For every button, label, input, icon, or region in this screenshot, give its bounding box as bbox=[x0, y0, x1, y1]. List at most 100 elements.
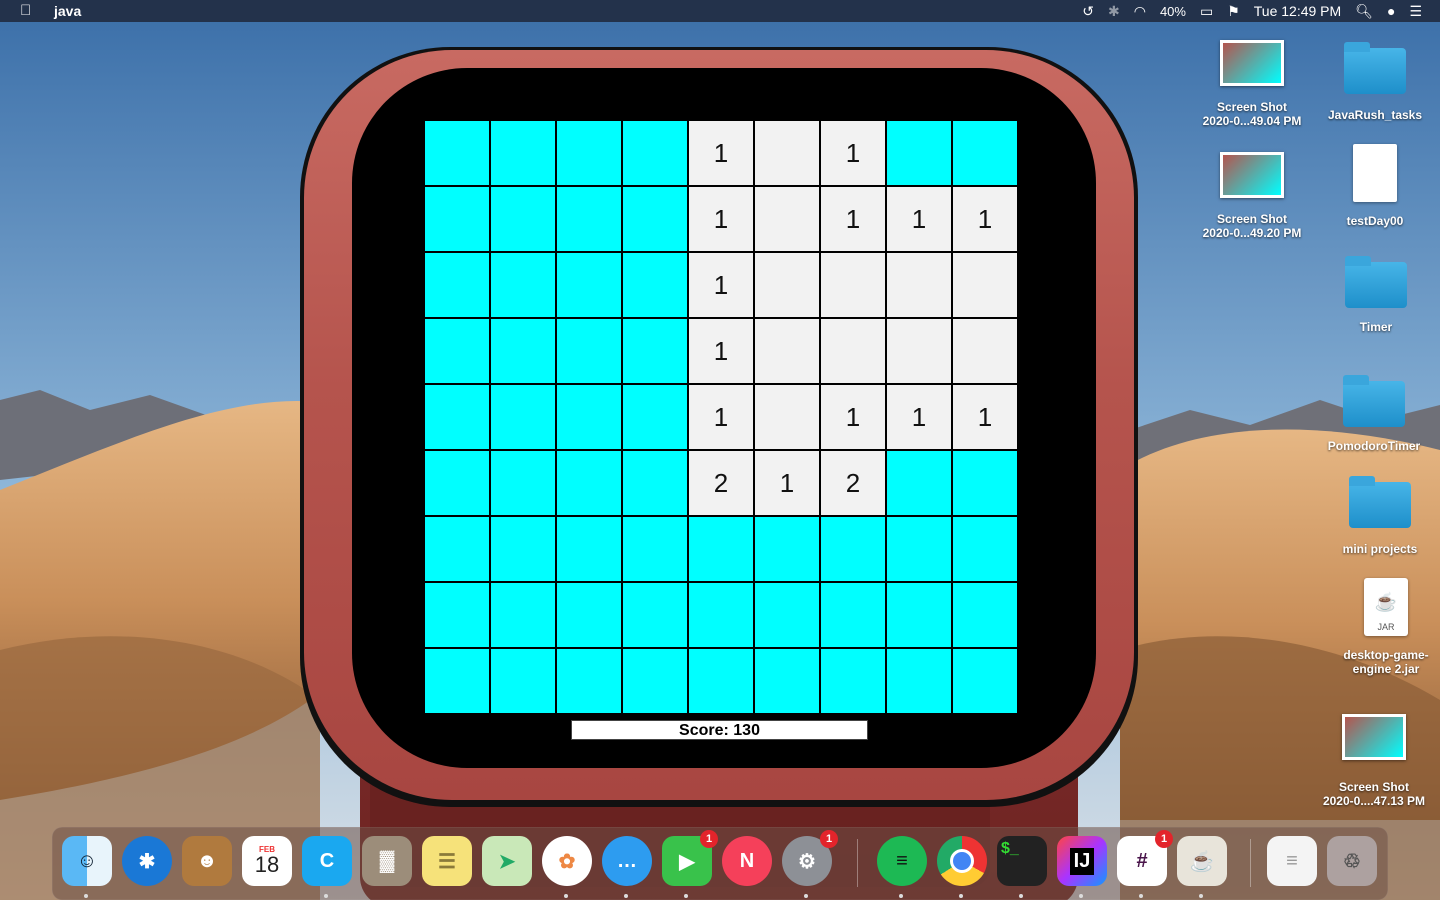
board-cell-hidden[interactable] bbox=[556, 450, 622, 516]
news-icon[interactable]: N bbox=[722, 836, 772, 886]
board-cell-hidden[interactable] bbox=[952, 648, 1018, 714]
board-cell-hidden[interactable] bbox=[952, 120, 1018, 186]
battery-icon[interactable]: ▭ bbox=[1200, 3, 1213, 20]
spotlight-search-icon[interactable]: 🔍︎ bbox=[1355, 3, 1373, 20]
board-cell-hidden[interactable] bbox=[424, 648, 490, 714]
board-cell-hidden[interactable] bbox=[952, 450, 1018, 516]
contacts-icon[interactable]: ☻ bbox=[182, 836, 232, 886]
board-cell-hidden[interactable] bbox=[622, 516, 688, 582]
terminal-icon[interactable]: $_ bbox=[997, 836, 1047, 898]
apple-menu-icon[interactable]:  bbox=[20, 2, 31, 19]
desktop-icon-testday00[interactable]: testDay00 bbox=[1320, 144, 1430, 228]
system-preferences-icon[interactable]: ⚙ 1 bbox=[782, 830, 838, 898]
spotify-icon[interactable]: ≡ bbox=[877, 836, 927, 898]
board-cell-hidden[interactable] bbox=[490, 450, 556, 516]
desktop-icon-screenshot-1[interactable]: Screen Shot 2020-0...49.04 PM bbox=[1197, 40, 1307, 128]
board-cell-hidden[interactable] bbox=[490, 252, 556, 318]
board-cell-hidden[interactable] bbox=[622, 318, 688, 384]
board-cell-hidden[interactable] bbox=[886, 450, 952, 516]
board-cell-revealed[interactable] bbox=[754, 318, 820, 384]
active-app-name[interactable]: java bbox=[54, 3, 81, 19]
board-cell-hidden[interactable] bbox=[556, 582, 622, 648]
java-launcher-icon[interactable]: ☕ bbox=[1177, 836, 1227, 898]
desktop-icon-pomodorotimer[interactable]: PomodoroTimer bbox=[1319, 375, 1429, 453]
board-cell-hidden[interactable] bbox=[490, 186, 556, 252]
board-cell-hidden[interactable] bbox=[556, 186, 622, 252]
desktop-icon-screenshot-2[interactable]: Screen Shot 2020-0...49.20 PM bbox=[1197, 152, 1307, 240]
board-cell-hidden[interactable] bbox=[490, 318, 556, 384]
messages-icon[interactable]: … bbox=[602, 836, 652, 898]
board-cell-revealed[interactable]: 1 bbox=[820, 120, 886, 186]
board-cell-revealed[interactable]: 1 bbox=[952, 186, 1018, 252]
focus-app-icon[interactable]: ↺ bbox=[1082, 3, 1094, 20]
board-cell-revealed[interactable] bbox=[754, 384, 820, 450]
board-cell-revealed[interactable] bbox=[820, 318, 886, 384]
board-cell-revealed[interactable]: 1 bbox=[820, 186, 886, 252]
board-cell-revealed[interactable]: 1 bbox=[688, 120, 754, 186]
maps-icon[interactable]: ➤ bbox=[482, 836, 532, 886]
board-cell-revealed[interactable] bbox=[820, 252, 886, 318]
board-cell-hidden[interactable] bbox=[886, 120, 952, 186]
board-cell-hidden[interactable] bbox=[556, 516, 622, 582]
board-cell-hidden[interactable] bbox=[622, 120, 688, 186]
desktop-icon-game-engine-jar[interactable]: ☕ JAR desktop-game- engine 2.jar bbox=[1331, 578, 1440, 676]
board-cell-hidden[interactable] bbox=[886, 516, 952, 582]
board-cell-hidden[interactable] bbox=[622, 582, 688, 648]
board-cell-revealed[interactable]: 1 bbox=[688, 384, 754, 450]
board-cell-revealed[interactable]: 2 bbox=[688, 450, 754, 516]
calendar-icon[interactable]: FEB 18 bbox=[242, 836, 292, 886]
board-cell-hidden[interactable] bbox=[424, 318, 490, 384]
desktop-icon-timer[interactable]: Timer bbox=[1321, 256, 1431, 334]
board-cell-hidden[interactable] bbox=[622, 450, 688, 516]
board-cell-hidden[interactable] bbox=[556, 120, 622, 186]
board-cell-hidden[interactable] bbox=[886, 648, 952, 714]
board-cell-revealed[interactable] bbox=[886, 318, 952, 384]
board-cell-hidden[interactable] bbox=[424, 516, 490, 582]
board-cell-hidden[interactable] bbox=[688, 648, 754, 714]
safari-icon[interactable]: ✱ bbox=[122, 836, 172, 886]
board-cell-hidden[interactable] bbox=[556, 252, 622, 318]
wifi-icon[interactable]: ◠ bbox=[1134, 3, 1146, 20]
board-cell-hidden[interactable] bbox=[556, 648, 622, 714]
board-cell-hidden[interactable] bbox=[424, 252, 490, 318]
board-cell-hidden[interactable] bbox=[424, 582, 490, 648]
board-cell-hidden[interactable] bbox=[424, 384, 490, 450]
clockify-icon[interactable]: C bbox=[302, 836, 352, 898]
board-cell-revealed[interactable] bbox=[886, 252, 952, 318]
board-cell-revealed[interactable]: 1 bbox=[688, 186, 754, 252]
board-cell-hidden[interactable] bbox=[490, 516, 556, 582]
board-cell-revealed[interactable]: 1 bbox=[886, 384, 952, 450]
board-cell-hidden[interactable] bbox=[622, 252, 688, 318]
board-cell-hidden[interactable] bbox=[886, 582, 952, 648]
board-cell-revealed[interactable] bbox=[754, 252, 820, 318]
board-cell-hidden[interactable] bbox=[424, 120, 490, 186]
board-cell-hidden[interactable] bbox=[622, 186, 688, 252]
slack-icon[interactable]: #1 bbox=[1117, 830, 1173, 898]
board-cell-revealed[interactable] bbox=[754, 186, 820, 252]
board-cell-hidden[interactable] bbox=[490, 384, 556, 450]
notification-center-icon[interactable]: ☰ bbox=[1409, 3, 1422, 20]
finder-icon[interactable]: ☺ bbox=[62, 836, 112, 898]
desktop-icon-mini-projects[interactable]: mini projects bbox=[1325, 476, 1435, 556]
minesweeper-board[interactable]: 111111111111212 bbox=[424, 120, 1018, 714]
board-cell-revealed[interactable] bbox=[952, 318, 1018, 384]
siri-icon[interactable]: ● bbox=[1387, 3, 1395, 19]
board-cell-hidden[interactable] bbox=[490, 582, 556, 648]
board-cell-hidden[interactable] bbox=[820, 516, 886, 582]
board-cell-hidden[interactable] bbox=[754, 516, 820, 582]
board-cell-revealed[interactable]: 1 bbox=[952, 384, 1018, 450]
chrome-icon[interactable] bbox=[937, 836, 987, 898]
notes-icon[interactable]: ☰ bbox=[422, 836, 472, 886]
board-cell-hidden[interactable] bbox=[754, 582, 820, 648]
board-cell-hidden[interactable] bbox=[490, 648, 556, 714]
board-cell-revealed[interactable]: 1 bbox=[688, 252, 754, 318]
documents-stack-icon[interactable]: ≡ bbox=[1267, 836, 1317, 886]
battery-percent[interactable]: 40% bbox=[1160, 4, 1186, 19]
desktop-icon-screenshot-3[interactable]: Screen Shot 2020-0....47.13 PM bbox=[1319, 714, 1429, 808]
board-cell-revealed[interactable] bbox=[754, 120, 820, 186]
calculator-icon[interactable]: ▓ bbox=[362, 836, 412, 886]
intellij-idea-icon[interactable]: IJ bbox=[1057, 836, 1107, 898]
board-cell-revealed[interactable]: 1 bbox=[820, 384, 886, 450]
menubar-clock[interactable]: Tue 12:49 PM bbox=[1254, 3, 1341, 19]
board-cell-hidden[interactable] bbox=[490, 120, 556, 186]
